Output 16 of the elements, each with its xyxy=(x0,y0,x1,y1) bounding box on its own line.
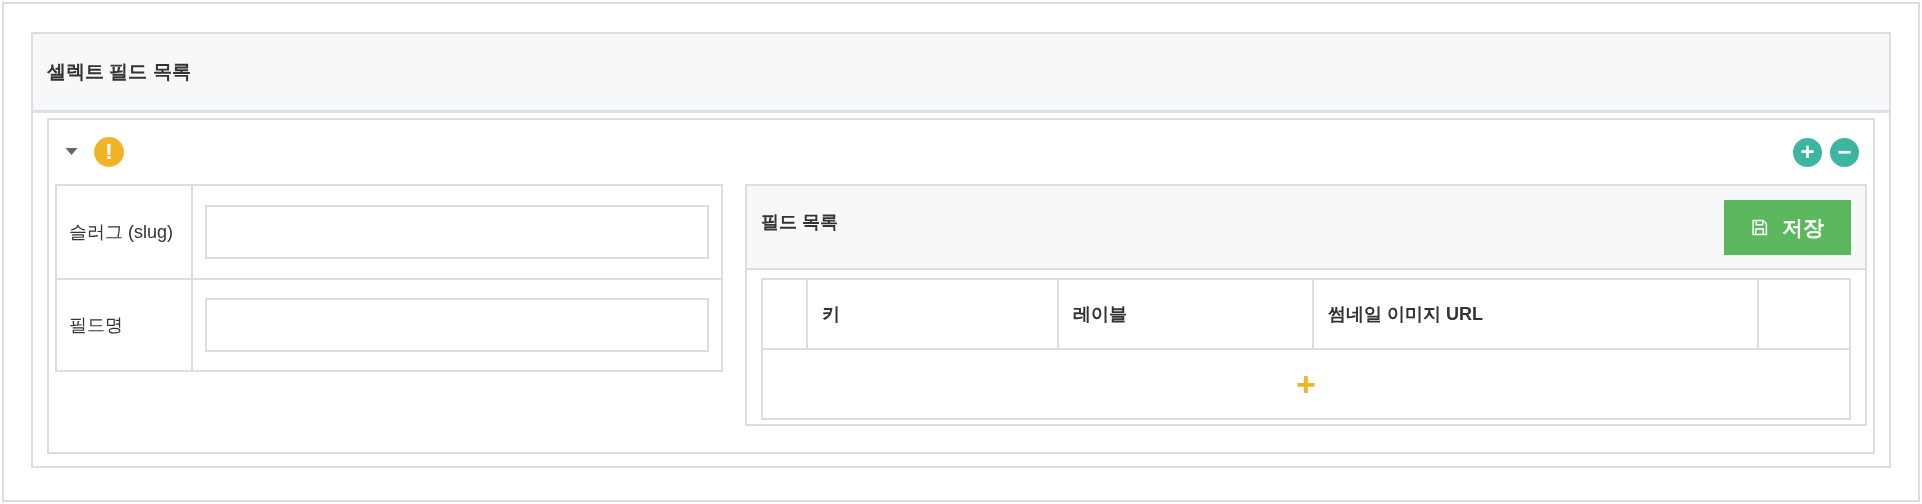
column-header: 썸네일 이미지 URL xyxy=(1313,279,1758,349)
remove-button[interactable]: − xyxy=(1830,137,1859,167)
warning-icon: ! xyxy=(94,137,124,167)
panel-title: 셀렉트 필드 목록 xyxy=(47,60,191,84)
column-header: 레이블 xyxy=(1058,279,1313,349)
input-field[interactable] xyxy=(205,205,709,259)
column-header: 키 xyxy=(807,279,1058,349)
add-row-button[interactable]: + xyxy=(1292,367,1320,401)
field-list-title: 필드 목록 xyxy=(761,211,838,234)
collapse-caret-icon[interactable] xyxy=(65,148,78,156)
input-field[interactable] xyxy=(205,298,709,352)
field-label: 슬러그 (slug) xyxy=(69,222,173,242)
save-icon xyxy=(1751,219,1768,236)
field-label: 필드명 xyxy=(69,315,123,335)
add-button[interactable]: + xyxy=(1793,137,1822,167)
save-button[interactable]: 저장 xyxy=(1724,200,1851,255)
